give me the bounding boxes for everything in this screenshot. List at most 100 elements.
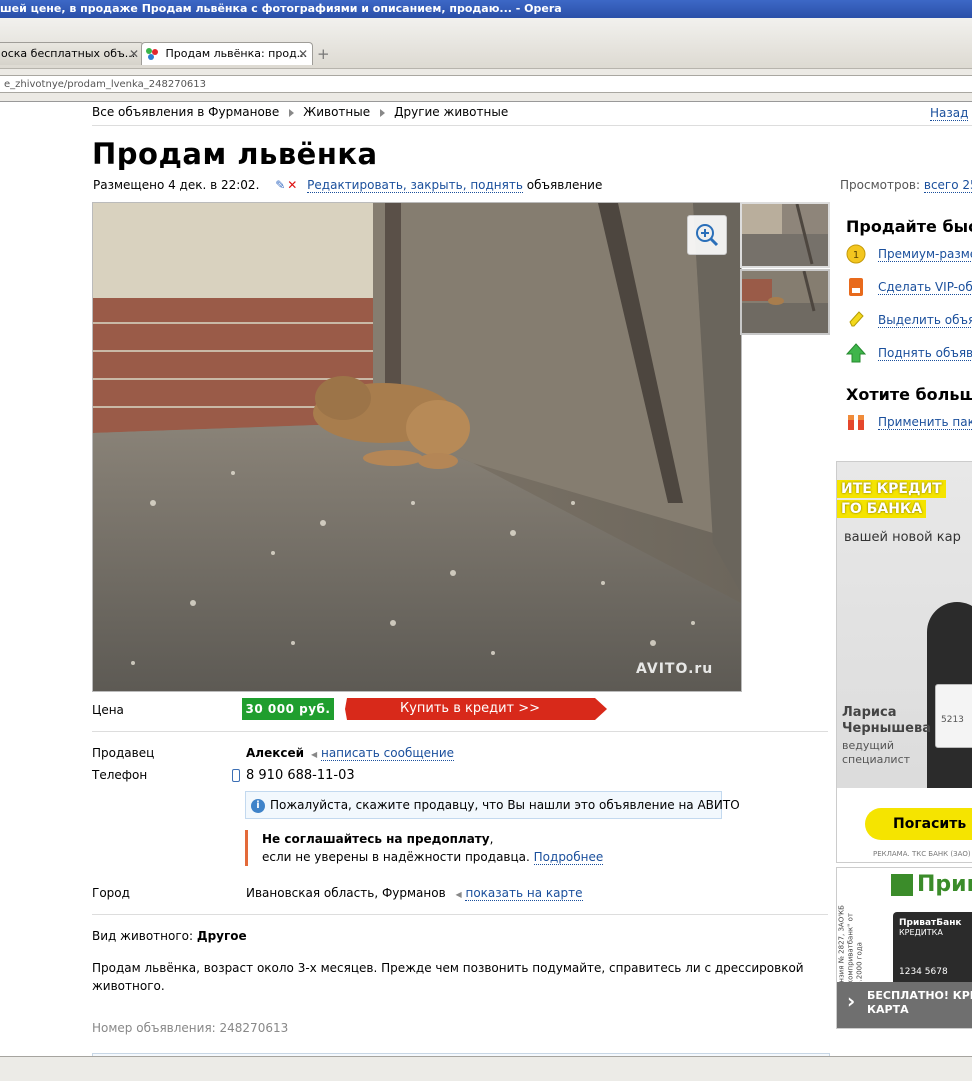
ad-banner-privatbank[interactable]: Лицензия № 2827, ЗАО'КБ "Москомприватбан… (836, 867, 972, 1029)
credit-button-label: Купить в кредит >> (399, 701, 541, 716)
zoom-in-icon (696, 224, 719, 247)
ad-cta-line-2: КАРТА (867, 1003, 909, 1016)
service-link[interactable]: Поднять объявл (878, 345, 972, 361)
phone-label: Телефон (92, 768, 148, 782)
avito-tip: i Пожалуйста, скажите продавцу, что Вы на… (245, 791, 740, 819)
back-link[interactable]: Назад (930, 106, 969, 121)
city-value: Ивановская область, Фурманов ◀ показать … (246, 886, 583, 901)
views-link[interactable]: всего 25 (923, 178, 972, 193)
tip-text: Пожалуйста, скажите продавцу, что Вы наш… (270, 798, 740, 812)
ad-card-number: 5213 (941, 715, 964, 725)
animal-type-value: Другое (196, 929, 247, 943)
ad-person-role: ведущий специалист (842, 739, 910, 767)
triangle-left-icon: ◀ (311, 750, 318, 759)
url-field[interactable]: e_zhivotnye/prodam_lvenka_248270613 (0, 75, 972, 93)
thumbnail-image (742, 204, 828, 266)
package-link[interactable]: Применить паке (878, 414, 972, 430)
premium-coin-icon: 1 (846, 244, 866, 264)
photo-thumbnail[interactable] (740, 269, 830, 335)
posted-date: Размещено 4 дек. в 22:02. (93, 178, 260, 192)
photo-watermark: AVITO.ru (636, 661, 714, 677)
new-tab-icon[interactable]: + (317, 45, 330, 63)
close-icon[interactable]: ✕ (129, 43, 139, 65)
divider (0, 101, 972, 102)
url-text: e_zhivotnye/prodam_lvenka_248270613 (4, 79, 207, 90)
privatbank-logo-icon (891, 874, 913, 896)
tab-bar: оска бесплатных объ... ✕ Продам львёнка:… (0, 18, 972, 68)
service-raise[interactable]: Поднять объявл (845, 343, 972, 363)
phone-number: 8 910 688-11-03 (232, 768, 355, 783)
ad-subtitle: вашей новой кар (844, 530, 961, 545)
ad-role-1: ведущий (842, 739, 895, 752)
avito-favicon-icon (145, 47, 159, 61)
description: Продам львёнка, возраст около 3-х месяце… (92, 961, 804, 993)
service-package[interactable]: Применить паке (846, 412, 972, 432)
raise-arrow-icon (845, 343, 867, 363)
window-title-bar: шей цене, в продаже Продам львёнка с фот… (0, 0, 972, 18)
pencil-icon[interactable]: ✎ (275, 178, 285, 192)
service-premium[interactable]: 1 Премиум-разме (846, 244, 972, 264)
page-title: Продам львёнка (92, 137, 378, 171)
ad-role-2: специалист (842, 753, 911, 766)
price-badge: 30 000 руб. (242, 698, 334, 720)
tab-listing[interactable]: Продам львёнка: прод... ✕ (141, 42, 313, 65)
ad-banner-credit[interactable]: ИТЕ КРЕДИТ ГО БАНКА вашей новой кар 5213… (836, 461, 972, 863)
service-link[interactable]: Выделить объя (878, 312, 972, 328)
ad-bank-logo: Прив (891, 872, 972, 897)
chevron-right-icon: › (847, 989, 856, 1013)
ad-card-image: ПриватБанк КРЕДИТКА 1234 5678 (893, 912, 972, 986)
ad-card-number: 1234 5678 (899, 967, 948, 977)
service-link[interactable]: Сделать VIP-об (878, 279, 972, 295)
sell-faster-title: Продайте быстр (846, 217, 972, 236)
chevron-right-icon (380, 108, 386, 117)
breadcrumb-item[interactable]: Животные (303, 105, 370, 119)
vip-icon (846, 277, 866, 297)
ad-card-brand: ПриватБанк (899, 918, 962, 928)
delete-icon[interactable]: ✕ (287, 178, 297, 192)
triangle-left-icon: ◀ (455, 890, 462, 899)
status-bar (0, 1056, 972, 1081)
close-icon[interactable]: ✕ (298, 43, 308, 65)
write-message-link[interactable]: написать сообщение (320, 746, 455, 761)
views-label: Просмотров: (840, 178, 921, 192)
breadcrumb: Все объявления в Фурманове Животные Другие… (92, 105, 508, 119)
window-title: шей цене, в продаже Продам львёнка с фот… (0, 2, 562, 15)
main-photo[interactable]: AVITO.ru (92, 202, 742, 692)
photo-thumbnail[interactable] (740, 202, 830, 268)
breadcrumb-item[interactable]: Другие животные (394, 105, 508, 119)
more-link[interactable]: Подробнее (533, 850, 604, 865)
ad-card-image: 5213 (935, 684, 972, 748)
write-message[interactable]: ◀ написать сообщение (311, 746, 455, 761)
ad-cta-button[interactable]: Погасить к (865, 808, 972, 840)
svg-text:1: 1 (853, 250, 859, 261)
address-bar: e_zhivotnye/prodam_lvenka_248270613 (0, 68, 972, 101)
divider (92, 731, 828, 732)
posted-info: Размещено 4 дек. в 22:02. ✎ ✕ Редактирова… (93, 178, 602, 193)
buy-on-credit-button[interactable]: Купить в кредит >> (345, 698, 607, 720)
seller-name: Алексей (246, 746, 305, 760)
page-content: Все объявления в Фурманове Животные Другие… (0, 101, 972, 1056)
tab-label: оска бесплатных объ... (1, 47, 136, 60)
service-highlight[interactable]: Выделить объя (846, 310, 972, 330)
service-link[interactable]: Премиум-разме (878, 246, 972, 262)
edit-link[interactable]: Редактировать, закрыть, поднять (307, 178, 523, 193)
phone-value: 8 910 688-11-03 (246, 768, 355, 783)
lion-cub-photo (93, 203, 741, 691)
ad-cta-line-1: БЕСПЛАТНО! КРЕ (867, 989, 972, 1002)
warning-text: если не уверены в надёжности продавца. (262, 850, 530, 864)
animal-type: Вид животного: Другое (92, 929, 247, 943)
views-counter: Просмотров: всего 25 (840, 178, 972, 193)
animal-type-label: Вид животного: (92, 929, 194, 943)
ad-cta-strip[interactable]: › БЕСПЛАТНО! КРЕ КАРТА (837, 982, 972, 1028)
info-icon: i (251, 798, 265, 813)
tab-board[interactable]: оска бесплатных объ... ✕ (0, 42, 144, 65)
warning-comma: , (489, 832, 494, 846)
divider (92, 125, 972, 126)
ad-card-type: КРЕДИТКА (899, 928, 943, 937)
zoom-button[interactable] (687, 215, 727, 255)
package-box-icon (846, 412, 866, 432)
show-on-map-link[interactable]: показать на карте (465, 886, 583, 901)
ad-bank-name: Прив (917, 872, 972, 897)
breadcrumb-item[interactable]: Все объявления в Фурманове (92, 105, 279, 119)
service-vip[interactable]: Сделать VIP-об (846, 277, 972, 297)
